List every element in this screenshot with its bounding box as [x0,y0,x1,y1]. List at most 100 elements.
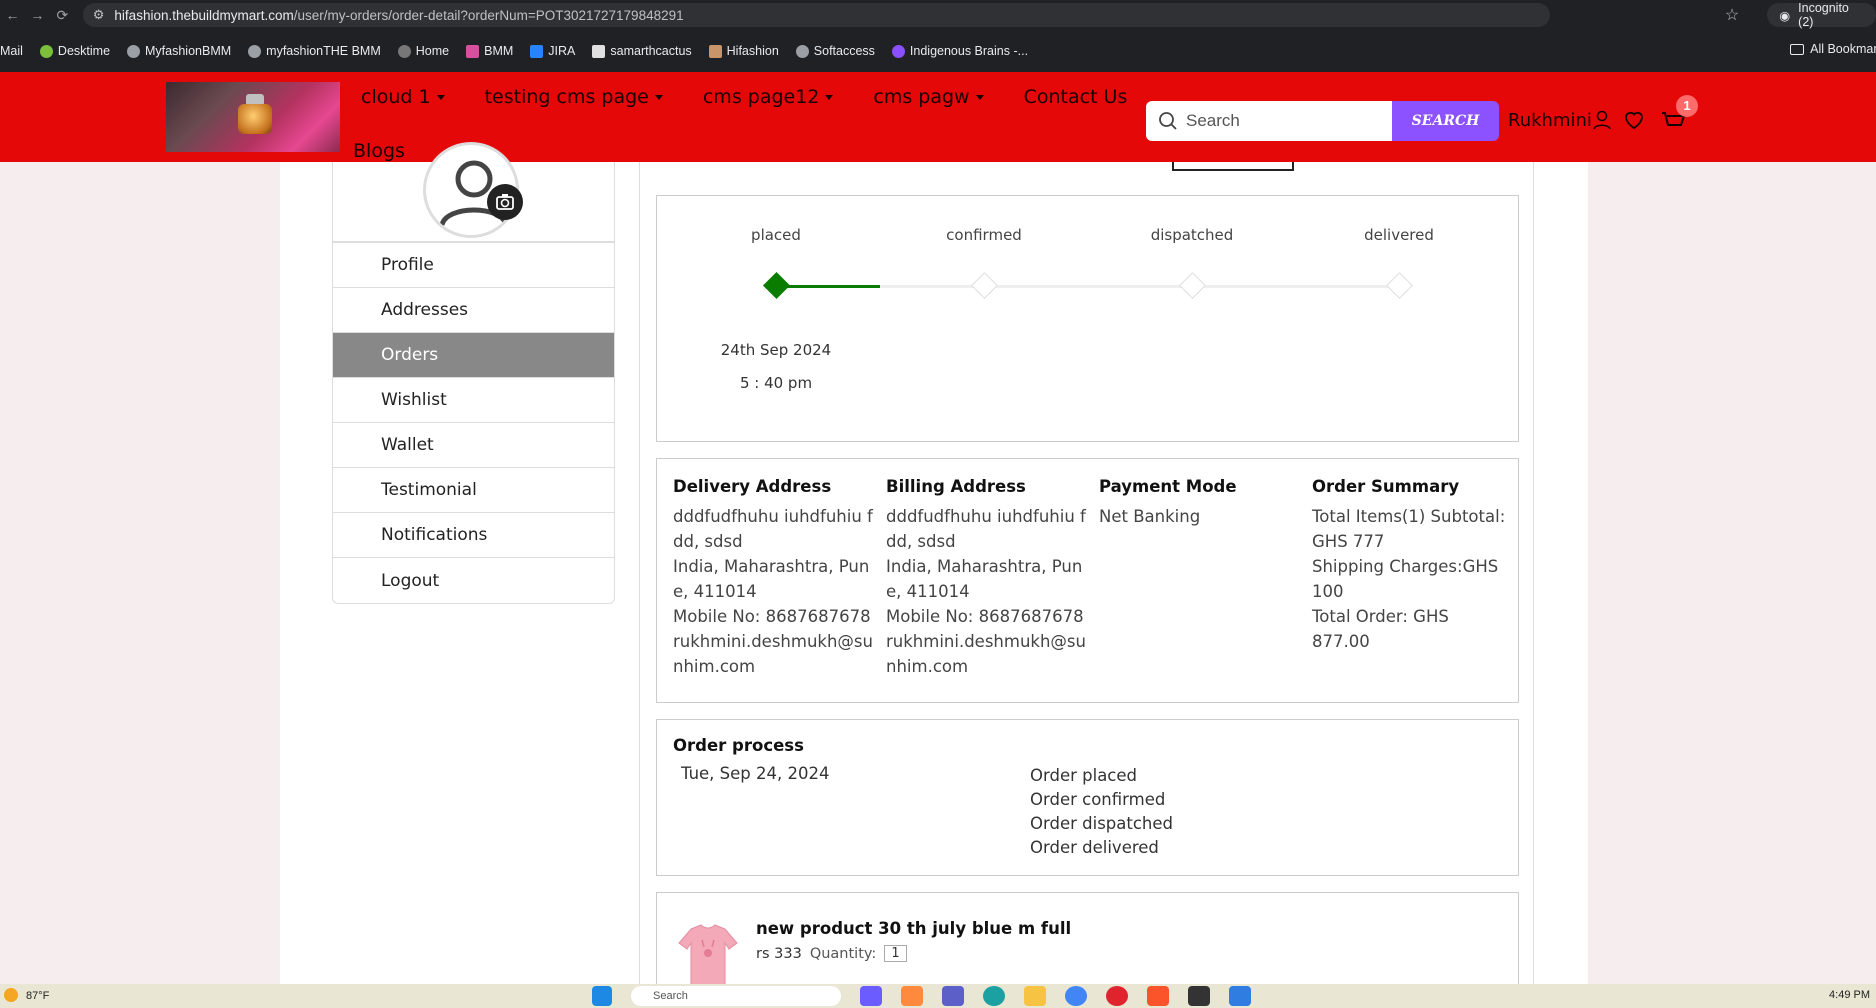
bookmark-jira[interactable]: JIRA [530,44,575,58]
menu-cms-pagw[interactable]: cms pagw [873,86,984,108]
bookmarks-bar: Mail Desktime MyfashionBMM myfashionTHE … [0,30,1876,72]
column-divider-right [1533,162,1534,984]
profile-avatar-box [332,142,615,242]
file-explorer-icon[interactable] [1024,986,1046,1006]
samarth-icon [592,44,606,58]
chevron-down-icon [654,94,663,100]
sidebar-item-wishlist[interactable]: Wishlist [333,378,614,423]
process-step: Order placed [1030,766,1138,785]
bookmark-myfashion-the-bmm[interactable]: myfashionTHE BMM [248,44,381,58]
account-sidebar: Profile Addresses Orders Wishlist Wallet… [332,242,615,604]
stage-label-dispatched: dispatched [1150,226,1234,244]
chevron-down-icon [825,94,834,100]
cart-count-badge: 1 [1676,95,1698,117]
search-input[interactable] [1146,101,1392,141]
stage-date: 24th Sep 2024 [720,341,832,359]
forward-icon[interactable]: → [25,7,50,23]
search-button[interactable]: SEARCH [1392,101,1499,141]
menu-cloud-1[interactable]: cloud 1 [361,86,445,108]
sidebar-item-addresses[interactable]: Addresses [333,288,614,333]
user-name[interactable]: Rukhmini [1508,110,1592,131]
quantity-value: 1 [884,945,907,962]
stage-marker-confirmed [971,272,998,299]
sidebar-item-testimonial[interactable]: Testimonial [333,468,614,513]
address-line: rukhmini.deshmukh@sunhim.com [673,632,873,676]
chevron-down-icon [436,94,445,100]
opera-icon[interactable] [1106,986,1128,1006]
chevron-down-icon [975,94,984,100]
track-line-segment [880,285,1389,288]
site-info-icon[interactable]: ⚙ [93,7,105,23]
stage-marker-placed [763,272,790,299]
stage-label-confirmed: confirmed [946,226,1022,244]
user-icon[interactable] [1590,108,1614,132]
menu-cms-page12[interactable]: cms page12 [703,86,834,108]
billing-address-title: Billing Address [886,477,1026,496]
bookmark-home[interactable]: Home [397,44,449,58]
camera-icon[interactable] [487,184,523,220]
heart-icon[interactable] [1622,108,1646,132]
incognito-label: Incognito (2) [1798,1,1849,29]
hifashion-icon [708,44,722,58]
bookmark-indigenous-brains[interactable]: Indigenous Brains -... [891,44,1028,58]
windows-start-icon[interactable] [592,986,612,1006]
bookmark-bmm[interactable]: BMM [466,44,513,58]
bookmark-myfashionbmm[interactable]: MyfashionBMM [127,44,231,58]
product-name[interactable]: new product 30 th july blue m full [756,919,1071,938]
sidebar-item-notifications[interactable]: Notifications [333,513,614,558]
summary-line: Total Items(1) Subtotal: GHS 777 [1312,507,1506,551]
edge-icon[interactable] [983,986,1005,1006]
bookmark-softaccess[interactable]: Softaccess [795,44,875,58]
back-icon[interactable]: ← [0,7,25,23]
taskbar-search[interactable]: Search [631,986,841,1006]
order-address-card: Delivery Address dddfudfhuhu iuhdfuhiu f… [656,458,1519,703]
order-process-steps: Order placed Order confirmed Order dispa… [1030,764,1173,860]
partial-button[interactable] [1172,162,1294,171]
process-step: Order delivered [1030,838,1159,857]
folder-icon [1790,43,1805,55]
sidebar-item-profile[interactable]: Profile [333,243,614,288]
app-icon[interactable] [901,986,923,1006]
incognito-icon: ◉ [1779,8,1791,23]
menu-blogs[interactable]: Blogs [353,140,405,162]
bookmark-hifashion[interactable]: Hifashion [708,44,779,58]
teams-icon[interactable] [942,986,964,1006]
bookmark-samarthcactus[interactable]: samarthcactus [592,44,692,58]
bookmark-star-icon[interactable]: ☆ [1725,5,1739,25]
menu-contact-us[interactable]: Contact Us [1024,86,1128,108]
url-field[interactable]: ⚙ hifashion.thebuildmymart.com/user/my-o… [82,3,1550,27]
order-process-title: Order process [673,736,804,755]
incognito-indicator[interactable]: ◉ Incognito (2) [1767,1,1876,29]
payment-mode-value: Net Banking [1099,507,1201,526]
address-line: rukhmini.deshmukh@sunhim.com [886,632,1086,676]
reload-icon[interactable]: ⟳ [50,7,75,24]
chrome-icon[interactable] [1065,986,1087,1006]
search-bar: SEARCH [1146,101,1499,141]
process-step: Order dispatched [1030,814,1173,833]
menu-testing-cms-page[interactable]: testing cms page [485,86,663,108]
site-logo[interactable] [166,82,340,152]
calendar-icon[interactable] [1229,986,1251,1006]
stage-time: 5 : 40 pm [739,374,813,392]
brave-icon[interactable] [1147,986,1169,1006]
sidebar-item-wallet[interactable]: Wallet [333,423,614,468]
quantity-label: Quantity: [809,945,877,962]
column-divider [639,162,640,984]
delivery-address-title: Delivery Address [673,477,832,496]
bookmark-mail[interactable]: Mail [0,44,23,58]
sidebar-item-logout[interactable]: Logout [333,558,614,603]
sidebar-item-orders[interactable]: Orders [333,333,614,378]
all-bookmarks[interactable]: All Bookmarks [1790,42,1876,56]
copilot-icon[interactable] [860,986,882,1006]
desktime-icon [39,44,53,58]
delivery-address: Delivery Address dddfudfhuhu iuhdfuhiu f… [673,477,878,679]
product-image[interactable] [673,921,743,991]
address-line: Mobile No: 8687687678 [886,607,1084,626]
bookmark-desktime[interactable]: Desktime [39,44,110,58]
product-price: rs 333 [756,945,802,962]
order-summary-title: Order Summary [1312,477,1460,496]
stage-marker-delivered [1386,272,1413,299]
terminal-icon[interactable] [1188,986,1210,1006]
taskbar-apps: Search [592,986,1251,1006]
site-header: cloud 1 testing cms page cms page12 cms … [0,72,1876,162]
